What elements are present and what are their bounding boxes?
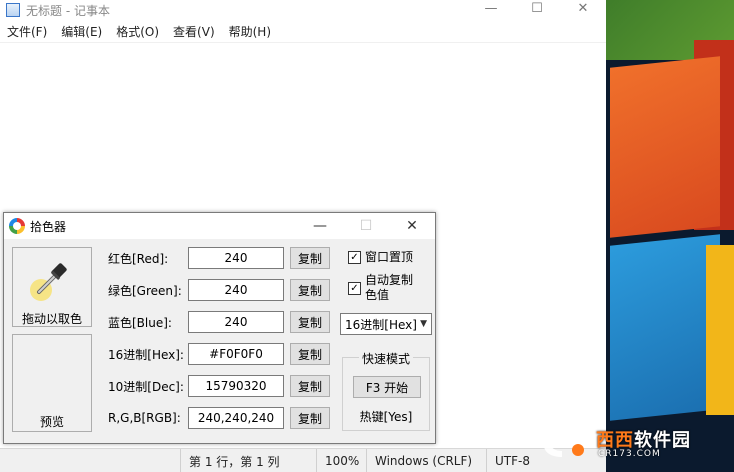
wallpaper-tile-yellow: [706, 245, 734, 415]
checkbox-check-icon: ✓: [348, 251, 361, 264]
blue-row: 蓝色[Blue]: 240 复制: [108, 310, 330, 334]
copy-format-select[interactable]: 16进制[Hex] ▼: [340, 313, 432, 335]
color-preview: 预览: [12, 334, 92, 432]
copy-rgb-button[interactable]: 复制: [290, 407, 330, 429]
notepad-title: 无标题 - 记事本: [26, 3, 110, 18]
dec-label: 10进制[Dec]:: [108, 379, 184, 394]
auto-copy-checkbox[interactable]: ✓ 自动复制 色值: [348, 273, 413, 303]
green-value-field[interactable]: 240: [188, 279, 284, 301]
wallpaper-tile-orange: [610, 56, 720, 238]
picker-maximize-button: ☐: [343, 213, 389, 239]
quick-mode-title: 快速模式: [359, 350, 414, 367]
red-row: 红色[Red]: 240 复制: [108, 246, 330, 270]
watermark-name-accent: 西西: [596, 430, 634, 451]
dec-value-field[interactable]: 15790320: [188, 375, 284, 397]
menu-format[interactable]: 格式(O): [111, 23, 164, 40]
f3-start-button[interactable]: F3 开始: [353, 376, 421, 398]
color-wheel-icon: [9, 218, 25, 234]
minimize-icon: —: [484, 0, 498, 16]
menu-help[interactable]: 帮助(H): [224, 23, 276, 40]
copy-format-value: 16进制[Hex]: [345, 317, 417, 332]
notepad-app-icon: [6, 3, 20, 17]
picker-title: 拾色器: [30, 219, 67, 234]
close-icon: ✕: [577, 0, 589, 16]
copy-green-button[interactable]: 复制: [290, 279, 330, 301]
watermark-name-rest: 软件园: [634, 430, 691, 451]
minimize-icon: —: [313, 218, 327, 234]
notepad-maximize-button[interactable]: ☐: [514, 0, 560, 16]
picker-minimize-button[interactable]: —: [297, 213, 343, 239]
auto-copy-label-line-1: 自动复制: [365, 273, 414, 287]
maximize-icon: ☐: [359, 218, 373, 234]
drag-to-pick-button[interactable]: 拖动以取色: [12, 247, 92, 327]
rgb-value-field[interactable]: 240,240,240: [188, 407, 284, 429]
menu-file[interactable]: 文件(F): [2, 23, 52, 40]
auto-copy-label-line-2: 色值: [365, 288, 390, 302]
red-value-field[interactable]: 240: [188, 247, 284, 269]
copy-red-button[interactable]: 复制: [290, 247, 330, 269]
green-row: 绿色[Green]: 240 复制: [108, 278, 330, 302]
menu-edit[interactable]: 编辑(E): [56, 23, 107, 40]
picker-window-controls: — ☐ ✕: [297, 213, 435, 239]
hex-row: 16进制[Hex]: #F0F0F0 复制: [108, 342, 330, 366]
site-watermark: 西西软件园 CR173.COM: [540, 420, 730, 466]
eyedropper-icon: [30, 263, 67, 301]
hotkey-status: 热键[Yes]: [359, 410, 413, 424]
maximize-icon: ☐: [531, 0, 543, 16]
copy-dec-button[interactable]: 复制: [290, 375, 330, 397]
hex-label: 16进制[Hex]:: [108, 347, 184, 362]
copy-hex-button[interactable]: 复制: [290, 343, 330, 365]
menu-view[interactable]: 查看(V): [168, 23, 220, 40]
dec-row: 10进制[Dec]: 15790320 复制: [108, 374, 330, 398]
rgb-row: R,G,B[RGB]: 240,240,240 复制: [108, 406, 330, 430]
wallpaper-tile-blue: [610, 234, 720, 421]
hex-value-field[interactable]: #F0F0F0: [188, 343, 284, 365]
notepad-menubar: 文件(F) 编辑(E) 格式(O) 查看(V) 帮助(H): [0, 20, 606, 42]
notepad-minimize-button[interactable]: —: [468, 0, 514, 16]
watermark-domain: CR173.COM: [598, 449, 661, 459]
status-cursor-position: 第 1 行，第 1 列: [180, 449, 316, 472]
preview-label: 预览: [39, 415, 64, 429]
notepad-close-button[interactable]: ✕: [560, 0, 606, 16]
status-line-ending: Windows (CRLF): [366, 449, 486, 472]
chevron-down-icon: ▼: [420, 319, 427, 329]
notepad-window-controls: — ☐ ✕: [468, 0, 606, 20]
red-label: 红色[Red]:: [108, 251, 169, 266]
status-zoom: 100%: [316, 449, 366, 472]
green-label: 绿色[Green]:: [108, 283, 182, 298]
close-icon: ✕: [406, 218, 418, 234]
auto-copy-label: 自动复制 色值: [365, 273, 413, 303]
always-on-top-checkbox[interactable]: ✓ 窗口置顶: [348, 250, 413, 265]
checkbox-check-icon: ✓: [348, 282, 361, 295]
watermark-logo-icon: [544, 429, 586, 457]
blue-label: 蓝色[Blue]:: [108, 315, 172, 330]
drag-to-pick-label: 拖动以取色: [21, 312, 82, 326]
quick-mode-group: 快速模式 F3 开始 热键[Yes]: [342, 350, 430, 431]
blue-value-field[interactable]: 240: [188, 311, 284, 333]
notepad-titlebar[interactable]: 无标题 - 记事本 — ☐ ✕: [0, 0, 606, 20]
color-picker-window: 拾色器 — ☐ ✕ 拖动以取色 预览 红色[Red]: 240 复制 绿色[Gr…: [3, 212, 436, 444]
desktop-wallpaper: [606, 0, 734, 472]
copy-blue-button[interactable]: 复制: [290, 311, 330, 333]
notepad-statusbar: 第 1 行，第 1 列 100% Windows (CRLF) UTF-8: [0, 448, 606, 472]
rgb-label: R,G,B[RGB]:: [108, 411, 181, 425]
always-on-top-label: 窗口置顶: [365, 250, 414, 264]
picker-titlebar[interactable]: 拾色器 — ☐ ✕: [4, 213, 435, 239]
picker-close-button[interactable]: ✕: [389, 213, 435, 239]
